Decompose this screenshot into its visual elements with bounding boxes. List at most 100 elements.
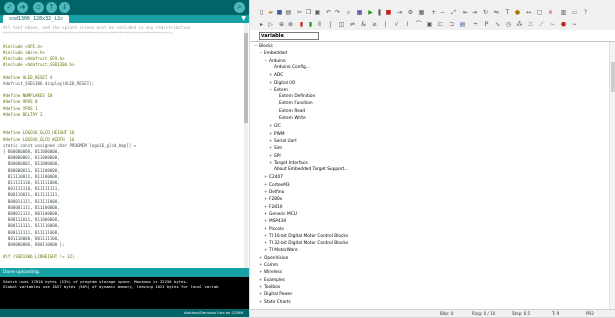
sketch-tab[interactable]: ssd1306_128x32_i2c	[3, 15, 70, 23]
code-line[interactable]: #define LOGO16_GLCD_HEIGHT 16	[3, 130, 74, 135]
insert-compare-icon[interactable]: ≥	[371, 21, 378, 28]
tree-item[interactable]: + TI 16-bit Digital Motor Control Blocks	[264, 233, 348, 239]
tree-item[interactable]: + Serial Uart	[269, 138, 297, 144]
code-line[interactable]: B00011111, B11111000,	[3, 199, 60, 204]
window-icon[interactable]: ▭	[571, 9, 578, 16]
new-sketch-button[interactable]: ▫	[33, 2, 44, 13]
tree-item[interactable]: + MSP430	[264, 218, 286, 224]
insert-pid-icon[interactable]: P	[483, 21, 490, 28]
save-sketch-button[interactable]: ↓	[59, 2, 70, 13]
code-line[interactable]: B00001111, B11100000,	[3, 205, 60, 210]
insert-logic-icon[interactable]: &	[360, 21, 367, 28]
insert-stop-icon[interactable]: ⬣	[560, 21, 567, 28]
tree-item[interactable]: + Generic MCU	[264, 211, 297, 217]
zoom-in-icon[interactable]: +	[430, 9, 437, 16]
code-line[interactable]: #include <Adafruit_SSD1306.h>	[3, 62, 74, 67]
flip-icon[interactable]: ⇋	[493, 9, 500, 16]
tree-item[interactable]: Arduino Config...	[269, 65, 310, 71]
code-line[interactable]: #include <SPI.h>	[3, 44, 42, 49]
redo-icon[interactable]: ↷	[334, 9, 341, 16]
tree-item[interactable]: + CortexM3	[264, 182, 290, 188]
layout-icon[interactable]: ▥	[560, 9, 567, 16]
code-line[interactable]: B00011111, B01100000,	[3, 211, 60, 216]
tab-menu-icon[interactable]: ▼	[241, 15, 246, 23]
verify-button[interactable]: ✓	[4, 2, 15, 13]
insert-mux-icon[interactable]: ⫴	[316, 21, 323, 28]
settings-icon[interactable]: ⚙	[407, 9, 414, 16]
insert-gain-icon[interactable]: ▷	[267, 21, 274, 28]
insert-delay-icon[interactable]: ◫	[338, 21, 345, 28]
insert-outport-icon[interactable]: ⊐	[448, 21, 455, 28]
save-icon[interactable]: ■	[276, 9, 283, 16]
insert-transfer-icon[interactable]: ÷	[472, 21, 479, 28]
insert-switch-icon[interactable]: ⇌	[349, 21, 356, 28]
find-icon[interactable]: ⌕	[345, 9, 352, 16]
tree-item[interactable]: + SPI	[269, 153, 281, 159]
tree-item[interactable]: + Sim	[269, 145, 282, 151]
tree-item[interactable]: Extern Write	[274, 116, 306, 122]
tree-item[interactable]: + F281X	[264, 204, 283, 210]
code-line[interactable]: B00000001, B11000000,	[3, 155, 60, 160]
undo-icon[interactable]: ↶	[325, 9, 332, 16]
code-line[interactable]: B11110011, B11100000,	[3, 174, 60, 179]
code-line[interactable]: B00111111, B11110000,	[3, 223, 60, 228]
rotate-icon[interactable]: ↻	[482, 9, 489, 16]
tree-item[interactable]: + Examples	[259, 277, 285, 283]
code-line[interactable]: B00000001, B11000000,	[3, 161, 60, 166]
code-line[interactable]: B00111011, B11000000,	[3, 217, 60, 222]
insert-plot-icon[interactable]: ⌁	[571, 21, 578, 28]
new-model-icon[interactable]: ▯	[258, 9, 265, 16]
tree-item[interactable]: + PWM	[269, 131, 285, 137]
tree-item[interactable]: − Blocks	[254, 43, 273, 49]
tree-item[interactable]: + C2407	[264, 174, 283, 180]
insert-ramp-icon[interactable]: ⟋	[538, 21, 545, 28]
code-line[interactable]: B11111110, B11111000,	[3, 180, 60, 185]
code-line[interactable]: #include <Wire.h>	[3, 50, 45, 55]
zoom-out-icon[interactable]: −	[439, 9, 446, 16]
insert-inport-icon[interactable]: ⊏	[437, 21, 444, 28]
tree-item[interactable]: − Embedded	[259, 50, 287, 56]
insert-random-icon[interactable]: ⁂	[516, 21, 523, 28]
tree-item[interactable]: + Piccolo	[264, 226, 284, 232]
tree-item[interactable]: − Arduino	[264, 58, 286, 64]
tree-item[interactable]: + Digital Power	[259, 291, 292, 297]
code-line[interactable]: B00000011, B11100000,	[3, 168, 60, 173]
insert-product-icon[interactable]: ⊗	[287, 21, 294, 28]
copy-icon[interactable]: ❐	[305, 9, 312, 16]
insert-saturation-icon[interactable]: ⌒	[415, 21, 422, 28]
insert-abs-icon[interactable]: |	[382, 21, 389, 28]
insert-filter-icon[interactable]: ∿	[494, 21, 501, 28]
insert-sum-icon[interactable]: ⊕	[278, 21, 285, 28]
insert-block-icon[interactable]: ▸	[258, 21, 265, 28]
group-icon[interactable]: ▢	[536, 9, 543, 16]
stop-icon[interactable]: ■	[385, 9, 392, 16]
text-icon[interactable]: T	[504, 9, 511, 16]
code-editor[interactable]: All text above, and the splash screen mu…	[0, 23, 249, 268]
code-line[interactable]: { B00000000, B11000000,	[3, 149, 60, 154]
tree-item[interactable]: + Delfino	[264, 189, 284, 195]
tree-item[interactable]: + Digital I/O	[269, 80, 295, 86]
insert-integrator-icon[interactable]: ∫	[327, 21, 334, 28]
open-sketch-button[interactable]: ↑	[46, 2, 57, 13]
code-line[interactable]: #include <Adafruit_GFX.h>	[3, 56, 65, 61]
library-icon[interactable]: ▦	[356, 9, 363, 16]
tree-item[interactable]: About Embedded Target Support...	[269, 167, 348, 173]
cut-icon[interactable]: ✂	[296, 9, 303, 16]
code-line[interactable]: B00110011, B11111111,	[3, 192, 60, 197]
insert-clock-icon[interactable]: ◷	[505, 21, 512, 28]
code-line[interactable]: B00111111, B11111000,	[3, 230, 60, 235]
tree-item[interactable]: + Comm	[259, 262, 278, 268]
tree-item[interactable]: Extern Read	[274, 109, 305, 115]
tree-item[interactable]: + TI MotorWare	[264, 247, 298, 253]
tree-item[interactable]: + TI 32-bit Digital Motor Control Blocks	[264, 240, 348, 246]
tree-scrollbar[interactable]	[609, 42, 615, 310]
code-line[interactable]: static const unsigned char PROGMEM logo1…	[3, 143, 136, 148]
tree-item[interactable]: + ADC	[269, 72, 283, 78]
editor-scrollbar[interactable]	[244, 23, 248, 268]
insert-display-icon[interactable]: ▤	[459, 21, 466, 28]
insert-scope-icon[interactable]: ▮	[298, 21, 305, 28]
run-icon[interactable]: ▶	[367, 9, 374, 16]
code-line[interactable]: #define YPOS 1	[3, 106, 38, 111]
code-line[interactable]: B01111110, B11111111,	[3, 186, 60, 191]
editor-scroll-thumb[interactable]	[244, 33, 248, 123]
